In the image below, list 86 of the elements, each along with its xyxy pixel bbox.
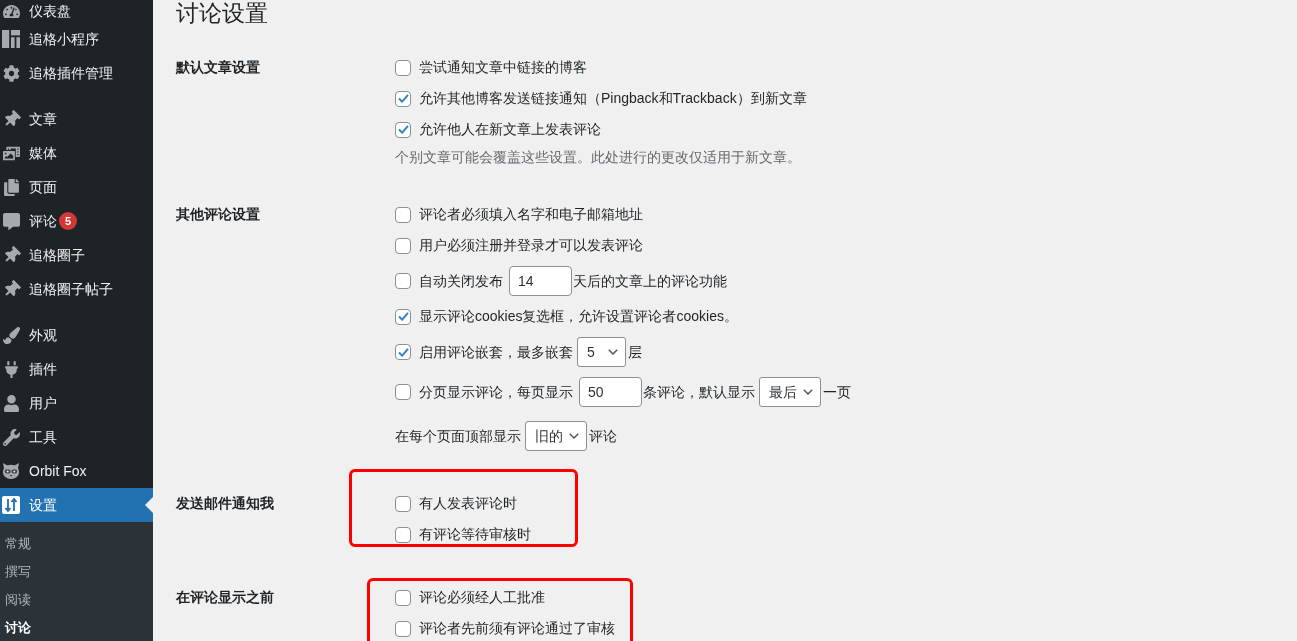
option-label: 有评论等待审核时 xyxy=(419,525,531,544)
dropdown[interactable]: 旧的 xyxy=(525,421,587,451)
checkbox[interactable] xyxy=(395,526,411,543)
pushpin-icon xyxy=(2,246,20,264)
field-description: 个别文章可能会覆盖这些设置。此处进行的更改仅适用于新文章。 xyxy=(395,148,801,167)
wrench-icon xyxy=(2,428,20,446)
menu-item[interactable]: 追格插件管理 xyxy=(0,56,153,90)
menu-item[interactable]: 媒体 xyxy=(0,136,153,170)
user-icon xyxy=(2,394,20,412)
checkmark-icon xyxy=(397,347,409,357)
menu-item[interactable]: 评论 5 xyxy=(0,204,153,238)
menu-item[interactable]: 追格圈子 xyxy=(0,238,153,272)
menu-item[interactable]: Orbit Fox xyxy=(0,454,153,488)
paintbrush-icon xyxy=(2,326,20,344)
sliders-icon xyxy=(2,496,20,514)
checkbox[interactable] xyxy=(395,620,411,637)
submenu-item[interactable]: 常规 xyxy=(0,530,153,558)
option-label: 有人发表评论时 xyxy=(419,494,517,513)
submenu-item[interactable]: 阅读 xyxy=(0,586,153,614)
option-label: 分页显示评论，每页显示 xyxy=(419,382,573,402)
chevron-down-icon xyxy=(803,389,813,395)
dropdown[interactable]: 5 xyxy=(577,337,626,367)
speech-bubble-icon xyxy=(2,212,20,230)
checkbox[interactable] xyxy=(395,121,411,138)
dropdown[interactable]: 最后 xyxy=(759,377,821,407)
number-field[interactable]: 50 xyxy=(579,377,642,407)
menu-item[interactable]: 设置 xyxy=(0,488,153,522)
checkmark-icon xyxy=(397,312,409,321)
section-label: 默认文章设置 xyxy=(176,58,260,77)
checkmark-icon xyxy=(397,94,409,103)
checkbox[interactable] xyxy=(395,59,411,76)
chevron-down-icon xyxy=(608,349,618,355)
checkbox[interactable] xyxy=(395,308,411,325)
section-label: 发送邮件通知我 xyxy=(176,494,274,513)
option-label: 评论 xyxy=(589,426,617,446)
menu-item[interactable]: 文章 xyxy=(0,102,153,136)
menu-item[interactable]: 追格小程序 xyxy=(0,22,153,56)
menu-item[interactable]: 仪表盘 xyxy=(0,0,153,22)
option-label: 天后的文章上的评论功能 xyxy=(573,271,727,291)
page-title: 讨论设置 xyxy=(176,0,268,26)
checkbox[interactable] xyxy=(395,384,411,400)
option-label: 自动关闭发布 xyxy=(419,271,503,291)
option-label: 允许他人在新文章上发表评论 xyxy=(419,120,601,139)
checkbox[interactable] xyxy=(395,273,411,289)
option-label: 在每个页面顶部显示 xyxy=(395,426,521,446)
option-label: 启用评论嵌套，最多嵌套 xyxy=(419,342,573,362)
checkbox[interactable] xyxy=(395,495,411,512)
option-label: 评论者必须填入名字和电子邮箱地址 xyxy=(419,205,643,224)
gear-icon xyxy=(2,64,20,82)
section-label: 在评论显示之前 xyxy=(176,588,274,607)
option-label: 显示评论cookies复选框，允许设置评论者cookies。 xyxy=(419,307,738,326)
submenu-item[interactable]: 讨论 xyxy=(0,614,153,641)
pointer-icon xyxy=(145,497,153,513)
submenu-item[interactable]: 撰写 xyxy=(0,558,153,586)
number-field[interactable]: 14 xyxy=(509,266,572,296)
option-label: 评论者先前须有评论通过了审核 xyxy=(419,619,615,638)
section-label: 其他评论设置 xyxy=(176,205,260,224)
checkbox[interactable] xyxy=(395,589,411,606)
plug-icon xyxy=(2,360,20,378)
option-label: 用户必须注册并登录才可以发表评论 xyxy=(419,236,643,255)
pushpin-icon xyxy=(2,280,20,298)
checkbox[interactable] xyxy=(395,206,411,223)
option-label: 条评论，默认显示 xyxy=(643,382,755,402)
animal-face-icon xyxy=(2,462,20,480)
chevron-down-icon xyxy=(569,433,579,439)
layout-icon xyxy=(2,30,20,48)
menu-item[interactable]: 用户 xyxy=(0,386,153,420)
menu-item[interactable]: 外观 xyxy=(0,318,153,352)
gauge-icon xyxy=(2,2,20,20)
option-label: 评论必须经人工批准 xyxy=(419,588,545,607)
checkmark-icon xyxy=(397,125,409,134)
menu-item[interactable]: 工具 xyxy=(0,420,153,454)
checkbox[interactable] xyxy=(395,90,411,107)
menu-item[interactable]: 追格圈子帖子 xyxy=(0,272,153,306)
option-label: 层 xyxy=(628,342,642,362)
option-label: 允许其他博客发送链接通知（Pingback和Trackback）到新文章 xyxy=(419,89,807,108)
photo-video-icon xyxy=(2,144,20,162)
pages-icon xyxy=(2,178,20,196)
option-label: 尝试通知文章中链接的博客 xyxy=(419,58,587,77)
pushpin-icon xyxy=(2,110,20,128)
checkbox[interactable] xyxy=(395,237,411,254)
option-label: 一页 xyxy=(823,382,851,402)
checkbox[interactable] xyxy=(395,344,411,360)
menu-item[interactable]: 页面 xyxy=(0,170,153,204)
menu-item[interactable]: 插件 xyxy=(0,352,153,386)
count-badge: 5 xyxy=(59,212,77,230)
